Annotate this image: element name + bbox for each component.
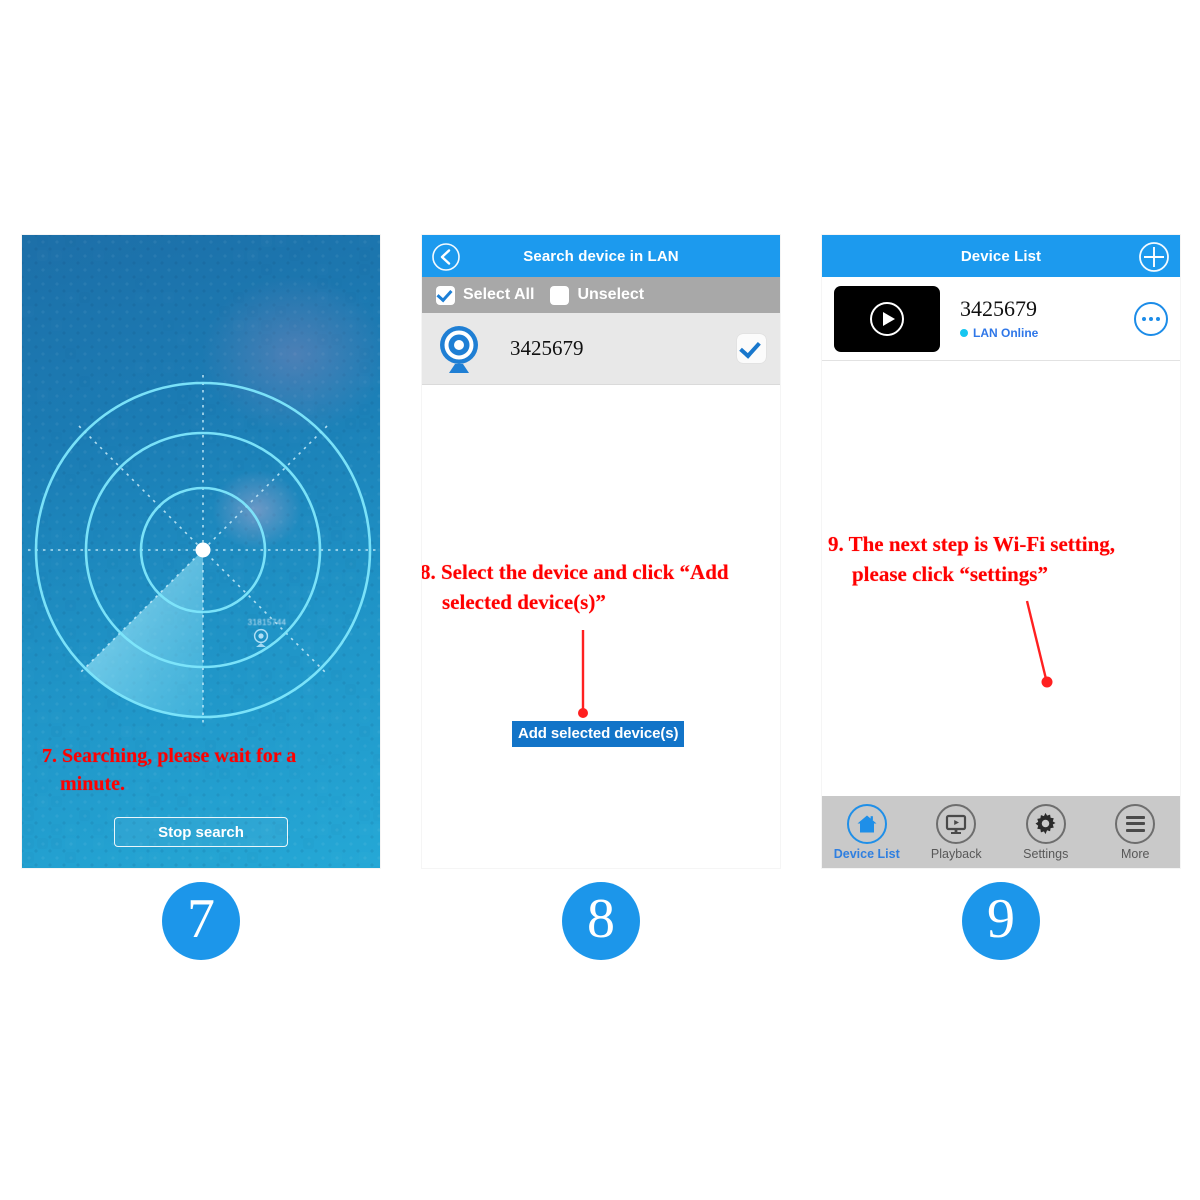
device-status-label: LAN Online (973, 325, 1039, 340)
step7-annotation: 7. Searching, please wait for a minute. (42, 743, 362, 798)
radar-webcam-icon (253, 628, 269, 647)
device-list-nav-bar: Device List (822, 235, 1180, 277)
add-selected-devices-button[interactable]: Add selected device(s) (512, 721, 685, 747)
play-circle-icon[interactable] (870, 301, 904, 336)
step-badge-8: 8 (562, 882, 640, 960)
lan-nav-title: Search device in LAN (523, 247, 679, 265)
step-badge-9: 9 (962, 882, 1040, 960)
tab-more[interactable]: More (1091, 803, 1181, 861)
chevron-left-circle-icon[interactable] (430, 241, 462, 273)
hamburger-icon (1115, 803, 1156, 844)
tab-playback-label: Playback (930, 846, 982, 861)
select-toolbar: Select All Unselect (422, 277, 780, 313)
tab-playback[interactable]: Playback (912, 803, 1002, 861)
radar-screen: 31815744 7. Searching, please wait for a… (22, 235, 380, 868)
device-list-row[interactable]: 3425679 LAN Online (822, 277, 1180, 361)
monitor-play-icon (936, 803, 977, 844)
device-name: 3425679 (960, 296, 1037, 322)
home-icon (846, 803, 887, 844)
step7-annotation-line1: 7. Searching, please wait for a (42, 745, 297, 767)
plus-circle-icon[interactable] (1136, 239, 1172, 275)
radar-device-label: 31815744 (247, 618, 287, 627)
unselect-label: Unselect (577, 286, 645, 303)
ellipsis-circle-icon[interactable] (1134, 301, 1168, 336)
phone-panel-search-lan: Search device in LAN Select All Unselect… (422, 235, 780, 868)
unselect-checkbox[interactable] (550, 285, 570, 305)
device-list-body: 9. The next step is Wi-Fi setting, pleas… (822, 361, 1180, 795)
tab-device-list[interactable]: Device List (822, 803, 912, 861)
lan-device-checkbox[interactable] (737, 334, 766, 363)
phone-panel-device-list: Device List 3425679 LAN Online 9. The ne… (822, 235, 1180, 868)
lan-list-body: 8. Select the device and click “Add sele… (422, 385, 780, 867)
device-thumbnail[interactable] (834, 285, 940, 352)
bottom-tab-bar: Device List Playback Settings More (822, 796, 1180, 868)
device-status: LAN Online (960, 326, 1134, 340)
phone-panel-searching: 31815744 7. Searching, please wait for a… (22, 235, 380, 868)
step7-annotation-line2: minute. (60, 772, 125, 795)
step9-annotation-pointer (1025, 600, 1053, 688)
dot-2 (1149, 316, 1153, 321)
select-all-label: Select All (463, 286, 535, 303)
dot-3 (1156, 316, 1160, 321)
device-list-nav-title: Device List (960, 247, 1042, 265)
lan-device-row[interactable]: 3425679 (422, 313, 780, 385)
tab-settings-label: Settings (1023, 846, 1069, 861)
lan-device-name: 3425679 (510, 336, 584, 360)
dot-1 (1142, 316, 1146, 321)
screenshot-root: 31815744 7. Searching, please wait for a… (0, 0, 1200, 1200)
unselect-control[interactable]: Unselect (550, 285, 645, 305)
stop-search-button[interactable]: Stop search (114, 817, 288, 847)
select-all-control[interactable]: Select All (436, 285, 535, 305)
step8-annotation-pointer (578, 630, 588, 718)
tab-device-list-label: Device List (833, 846, 900, 861)
device-meta: 3425679 LAN Online (960, 296, 1134, 340)
tab-more-label: More (1121, 846, 1150, 861)
lan-nav-bar: Search device in LAN (422, 235, 780, 277)
webcam-icon (440, 325, 478, 373)
select-all-checkbox[interactable] (436, 285, 455, 305)
tab-settings[interactable]: Settings (1001, 803, 1091, 861)
gear-icon (1025, 803, 1066, 844)
step-badge-7: 7 (162, 882, 240, 960)
status-dot-icon (960, 328, 968, 337)
